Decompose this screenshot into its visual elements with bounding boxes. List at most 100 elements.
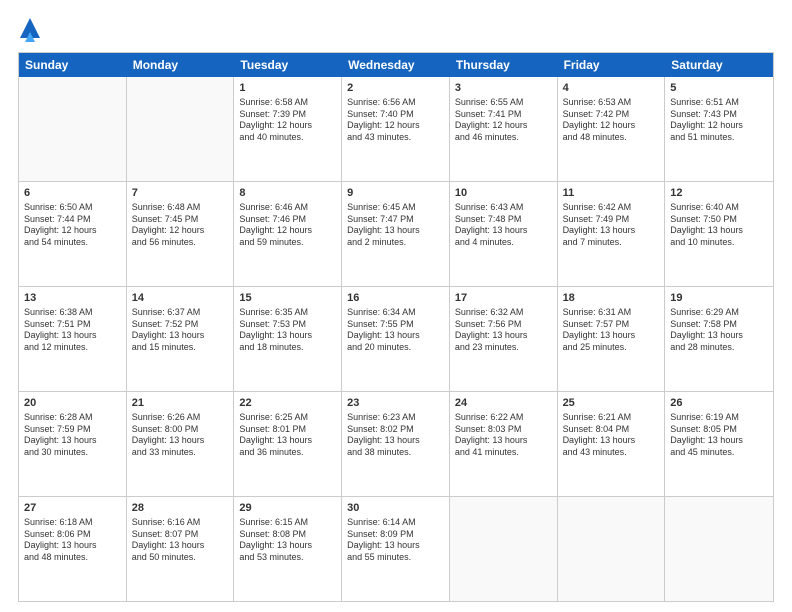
weekday-header: Thursday bbox=[450, 53, 558, 77]
cell-info: Sunrise: 6:51 AM Sunset: 7:43 PM Dayligh… bbox=[670, 97, 768, 144]
cell-info: Sunrise: 6:32 AM Sunset: 7:56 PM Dayligh… bbox=[455, 307, 552, 354]
calendar-cell: 7Sunrise: 6:48 AM Sunset: 7:45 PM Daylig… bbox=[127, 182, 235, 286]
day-number: 5 bbox=[670, 81, 768, 96]
day-number: 19 bbox=[670, 291, 768, 306]
weekday-header: Wednesday bbox=[342, 53, 450, 77]
calendar-cell: 21Sunrise: 6:26 AM Sunset: 8:00 PM Dayli… bbox=[127, 392, 235, 496]
calendar-cell: 17Sunrise: 6:32 AM Sunset: 7:56 PM Dayli… bbox=[450, 287, 558, 391]
cell-info: Sunrise: 6:37 AM Sunset: 7:52 PM Dayligh… bbox=[132, 307, 229, 354]
cell-info: Sunrise: 6:55 AM Sunset: 7:41 PM Dayligh… bbox=[455, 97, 552, 144]
calendar-cell bbox=[19, 77, 127, 181]
day-number: 16 bbox=[347, 291, 444, 306]
day-number: 20 bbox=[24, 396, 121, 411]
day-number: 30 bbox=[347, 501, 444, 516]
calendar-cell: 19Sunrise: 6:29 AM Sunset: 7:58 PM Dayli… bbox=[665, 287, 773, 391]
header bbox=[18, 18, 774, 42]
calendar-body: 1Sunrise: 6:58 AM Sunset: 7:39 PM Daylig… bbox=[19, 77, 773, 601]
calendar-cell: 5Sunrise: 6:51 AM Sunset: 7:43 PM Daylig… bbox=[665, 77, 773, 181]
calendar-cell: 26Sunrise: 6:19 AM Sunset: 8:05 PM Dayli… bbox=[665, 392, 773, 496]
calendar-header: SundayMondayTuesdayWednesdayThursdayFrid… bbox=[19, 53, 773, 77]
day-number: 24 bbox=[455, 396, 552, 411]
day-number: 18 bbox=[563, 291, 660, 306]
calendar-cell: 8Sunrise: 6:46 AM Sunset: 7:46 PM Daylig… bbox=[234, 182, 342, 286]
cell-info: Sunrise: 6:42 AM Sunset: 7:49 PM Dayligh… bbox=[563, 202, 660, 249]
cell-info: Sunrise: 6:46 AM Sunset: 7:46 PM Dayligh… bbox=[239, 202, 336, 249]
cell-info: Sunrise: 6:45 AM Sunset: 7:47 PM Dayligh… bbox=[347, 202, 444, 249]
calendar-cell: 30Sunrise: 6:14 AM Sunset: 8:09 PM Dayli… bbox=[342, 497, 450, 601]
day-number: 21 bbox=[132, 396, 229, 411]
day-number: 7 bbox=[132, 186, 229, 201]
cell-info: Sunrise: 6:21 AM Sunset: 8:04 PM Dayligh… bbox=[563, 412, 660, 459]
day-number: 3 bbox=[455, 81, 552, 96]
day-number: 12 bbox=[670, 186, 768, 201]
logo bbox=[18, 18, 40, 42]
day-number: 14 bbox=[132, 291, 229, 306]
day-number: 17 bbox=[455, 291, 552, 306]
calendar-cell: 13Sunrise: 6:38 AM Sunset: 7:51 PM Dayli… bbox=[19, 287, 127, 391]
day-number: 10 bbox=[455, 186, 552, 201]
cell-info: Sunrise: 6:31 AM Sunset: 7:57 PM Dayligh… bbox=[563, 307, 660, 354]
logo-icon bbox=[20, 18, 40, 42]
day-number: 6 bbox=[24, 186, 121, 201]
cell-info: Sunrise: 6:34 AM Sunset: 7:55 PM Dayligh… bbox=[347, 307, 444, 354]
calendar-cell: 28Sunrise: 6:16 AM Sunset: 8:07 PM Dayli… bbox=[127, 497, 235, 601]
weekday-header: Friday bbox=[558, 53, 666, 77]
calendar-cell bbox=[127, 77, 235, 181]
calendar-cell: 23Sunrise: 6:23 AM Sunset: 8:02 PM Dayli… bbox=[342, 392, 450, 496]
cell-info: Sunrise: 6:29 AM Sunset: 7:58 PM Dayligh… bbox=[670, 307, 768, 354]
calendar-cell: 11Sunrise: 6:42 AM Sunset: 7:49 PM Dayli… bbox=[558, 182, 666, 286]
day-number: 4 bbox=[563, 81, 660, 96]
cell-info: Sunrise: 6:48 AM Sunset: 7:45 PM Dayligh… bbox=[132, 202, 229, 249]
cell-info: Sunrise: 6:53 AM Sunset: 7:42 PM Dayligh… bbox=[563, 97, 660, 144]
day-number: 2 bbox=[347, 81, 444, 96]
cell-info: Sunrise: 6:43 AM Sunset: 7:48 PM Dayligh… bbox=[455, 202, 552, 249]
calendar-row: 27Sunrise: 6:18 AM Sunset: 8:06 PM Dayli… bbox=[19, 497, 773, 601]
cell-info: Sunrise: 6:16 AM Sunset: 8:07 PM Dayligh… bbox=[132, 517, 229, 564]
day-number: 25 bbox=[563, 396, 660, 411]
calendar-row: 20Sunrise: 6:28 AM Sunset: 7:59 PM Dayli… bbox=[19, 392, 773, 497]
weekday-header: Monday bbox=[127, 53, 235, 77]
cell-info: Sunrise: 6:14 AM Sunset: 8:09 PM Dayligh… bbox=[347, 517, 444, 564]
day-number: 22 bbox=[239, 396, 336, 411]
day-number: 11 bbox=[563, 186, 660, 201]
weekday-header: Sunday bbox=[19, 53, 127, 77]
calendar-row: 13Sunrise: 6:38 AM Sunset: 7:51 PM Dayli… bbox=[19, 287, 773, 392]
calendar-cell: 12Sunrise: 6:40 AM Sunset: 7:50 PM Dayli… bbox=[665, 182, 773, 286]
calendar-cell: 16Sunrise: 6:34 AM Sunset: 7:55 PM Dayli… bbox=[342, 287, 450, 391]
cell-info: Sunrise: 6:56 AM Sunset: 7:40 PM Dayligh… bbox=[347, 97, 444, 144]
day-number: 1 bbox=[239, 81, 336, 96]
cell-info: Sunrise: 6:22 AM Sunset: 8:03 PM Dayligh… bbox=[455, 412, 552, 459]
day-number: 28 bbox=[132, 501, 229, 516]
day-number: 23 bbox=[347, 396, 444, 411]
calendar-cell: 20Sunrise: 6:28 AM Sunset: 7:59 PM Dayli… bbox=[19, 392, 127, 496]
cell-info: Sunrise: 6:19 AM Sunset: 8:05 PM Dayligh… bbox=[670, 412, 768, 459]
calendar-cell: 25Sunrise: 6:21 AM Sunset: 8:04 PM Dayli… bbox=[558, 392, 666, 496]
cell-info: Sunrise: 6:26 AM Sunset: 8:00 PM Dayligh… bbox=[132, 412, 229, 459]
cell-info: Sunrise: 6:23 AM Sunset: 8:02 PM Dayligh… bbox=[347, 412, 444, 459]
weekday-header: Tuesday bbox=[234, 53, 342, 77]
day-number: 8 bbox=[239, 186, 336, 201]
cell-info: Sunrise: 6:35 AM Sunset: 7:53 PM Dayligh… bbox=[239, 307, 336, 354]
cell-info: Sunrise: 6:38 AM Sunset: 7:51 PM Dayligh… bbox=[24, 307, 121, 354]
day-number: 27 bbox=[24, 501, 121, 516]
cell-info: Sunrise: 6:15 AM Sunset: 8:08 PM Dayligh… bbox=[239, 517, 336, 564]
calendar-cell bbox=[558, 497, 666, 601]
cell-info: Sunrise: 6:40 AM Sunset: 7:50 PM Dayligh… bbox=[670, 202, 768, 249]
calendar-cell bbox=[665, 497, 773, 601]
cell-info: Sunrise: 6:18 AM Sunset: 8:06 PM Dayligh… bbox=[24, 517, 121, 564]
day-number: 15 bbox=[239, 291, 336, 306]
cell-info: Sunrise: 6:25 AM Sunset: 8:01 PM Dayligh… bbox=[239, 412, 336, 459]
day-number: 29 bbox=[239, 501, 336, 516]
calendar-row: 1Sunrise: 6:58 AM Sunset: 7:39 PM Daylig… bbox=[19, 77, 773, 182]
calendar-cell: 10Sunrise: 6:43 AM Sunset: 7:48 PM Dayli… bbox=[450, 182, 558, 286]
day-number: 26 bbox=[670, 396, 768, 411]
calendar-cell: 2Sunrise: 6:56 AM Sunset: 7:40 PM Daylig… bbox=[342, 77, 450, 181]
cell-info: Sunrise: 6:50 AM Sunset: 7:44 PM Dayligh… bbox=[24, 202, 121, 249]
calendar-cell: 3Sunrise: 6:55 AM Sunset: 7:41 PM Daylig… bbox=[450, 77, 558, 181]
calendar-cell: 6Sunrise: 6:50 AM Sunset: 7:44 PM Daylig… bbox=[19, 182, 127, 286]
calendar-cell: 24Sunrise: 6:22 AM Sunset: 8:03 PM Dayli… bbox=[450, 392, 558, 496]
page: SundayMondayTuesdayWednesdayThursdayFrid… bbox=[0, 0, 792, 612]
calendar: SundayMondayTuesdayWednesdayThursdayFrid… bbox=[18, 52, 774, 602]
calendar-cell: 27Sunrise: 6:18 AM Sunset: 8:06 PM Dayli… bbox=[19, 497, 127, 601]
calendar-cell: 1Sunrise: 6:58 AM Sunset: 7:39 PM Daylig… bbox=[234, 77, 342, 181]
